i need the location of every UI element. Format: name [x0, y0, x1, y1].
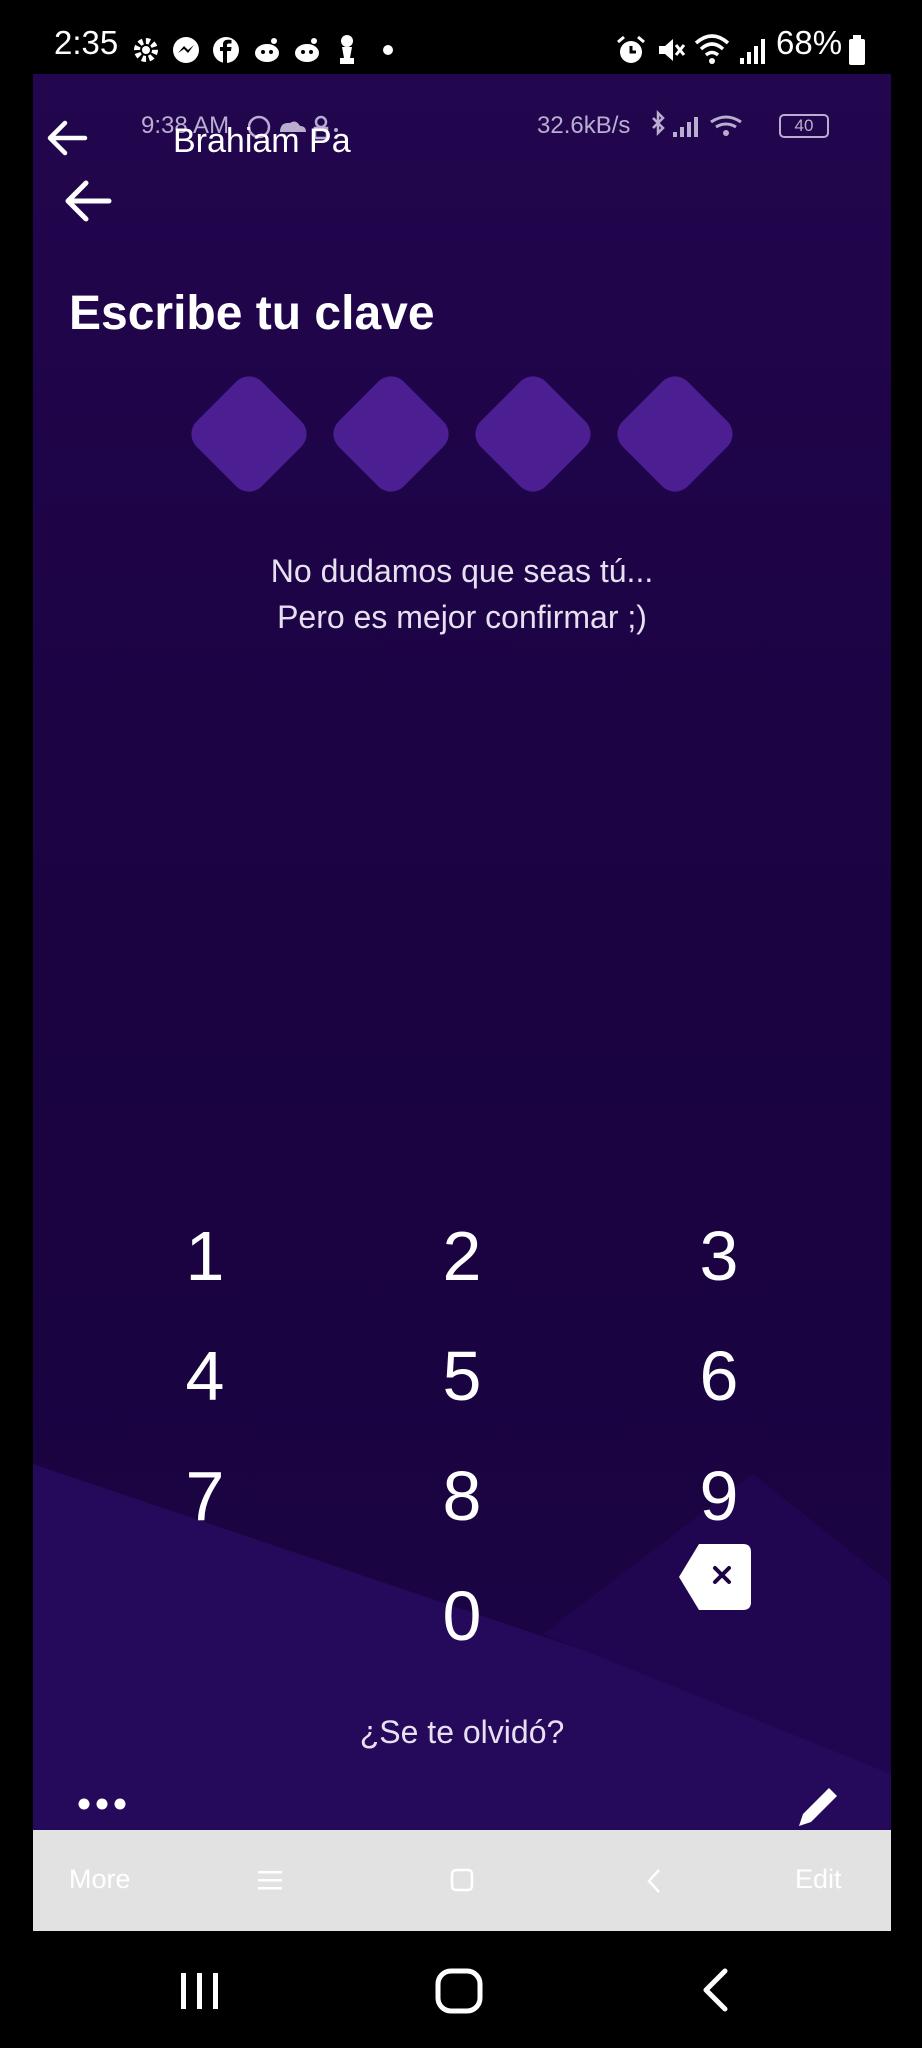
- viewer-toolbar: More Edit: [33, 1830, 891, 1931]
- more-notifications-dot-icon: [383, 45, 393, 55]
- recents-menu-icon[interactable]: [258, 1870, 282, 1890]
- home-icon[interactable]: [434, 1967, 484, 2015]
- forgot-pin-link[interactable]: ¿Se te olvidó?: [33, 1714, 891, 1751]
- subtitle-line-1: No dudamos que seas tú...: [270, 553, 654, 589]
- viewer-back-arrow-icon[interactable]: [45, 118, 89, 158]
- inner-network-speed: 32.6kB/s: [537, 112, 631, 139]
- alarm-icon: [617, 35, 645, 63]
- key-6[interactable]: 6: [649, 1336, 789, 1416]
- key-1[interactable]: 1: [135, 1216, 275, 1296]
- page-title: Escribe tu clave: [69, 287, 435, 340]
- edit-pencil-icon[interactable]: [793, 1782, 843, 1832]
- subtitle-line-2: Pero es mejor confirmar ;): [277, 599, 647, 635]
- inner-status-icons: [652, 110, 742, 137]
- chess-pawn-icon: [340, 35, 354, 64]
- key-9[interactable]: 9: [649, 1456, 789, 1536]
- messenger-icon: [173, 37, 199, 63]
- system-nav-bar: [0, 1931, 922, 2048]
- key-8[interactable]: 8: [392, 1456, 532, 1536]
- recent-apps-icon[interactable]: [178, 1971, 222, 2011]
- back-icon[interactable]: [700, 1967, 730, 2013]
- key-2[interactable]: 2: [392, 1216, 532, 1296]
- key-5[interactable]: 5: [392, 1336, 532, 1416]
- app-screen: 9:38 AM 32.6kB/s 40 Brahiam Pa Escribe t…: [33, 74, 891, 1931]
- more-button[interactable]: More: [69, 1864, 131, 1895]
- inner-battery: 40: [779, 114, 829, 138]
- back-arrow-icon[interactable]: [63, 178, 113, 224]
- reddit-icon-2: [295, 38, 319, 62]
- key-0[interactable]: 0: [392, 1576, 532, 1656]
- key-4[interactable]: 4: [135, 1336, 275, 1416]
- backspace-icon[interactable]: [677, 1542, 753, 1612]
- facebook-icon: [213, 37, 239, 63]
- back-chevron-icon[interactable]: [645, 1868, 663, 1894]
- battery-percentage: 68%: [776, 24, 843, 61]
- status-time: 2:35: [54, 24, 119, 61]
- key-7[interactable]: 7: [135, 1456, 275, 1536]
- wifi-icon: [694, 34, 730, 64]
- settings-icon: [134, 38, 158, 62]
- battery-icon: [849, 35, 865, 65]
- mute-icon: [659, 39, 686, 61]
- more-options-icon[interactable]: [77, 1797, 127, 1811]
- edit-button[interactable]: Edit: [795, 1864, 842, 1895]
- home-square-icon[interactable]: [450, 1868, 474, 1892]
- status-bar: 2:35 68%: [0, 0, 922, 74]
- reddit-icon: [255, 38, 279, 62]
- key-3[interactable]: 3: [649, 1216, 789, 1296]
- signal-icon: [740, 39, 765, 64]
- contact-name: Brahiam Pa: [173, 122, 351, 160]
